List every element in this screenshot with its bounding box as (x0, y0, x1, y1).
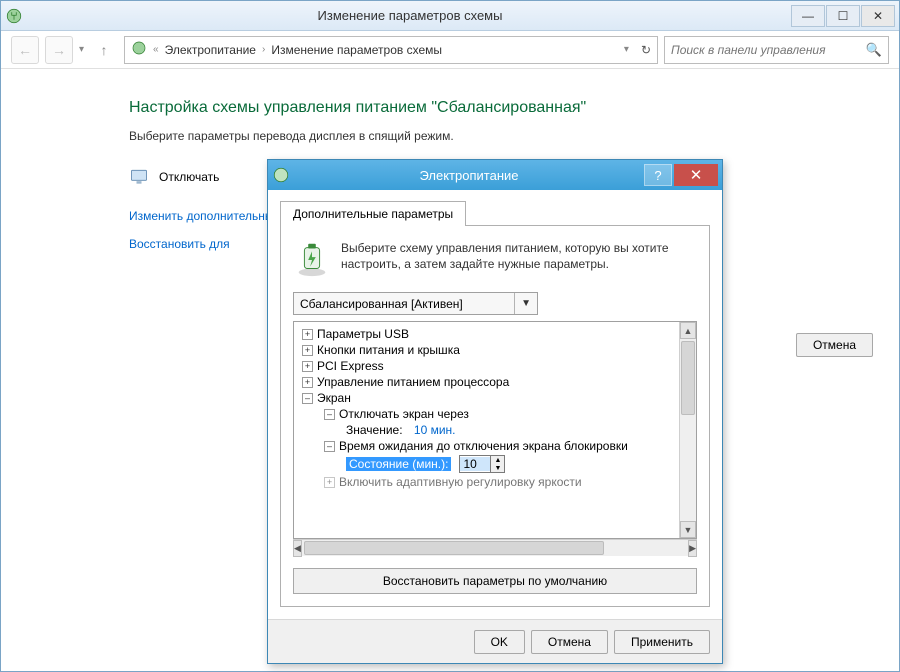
breadcrumb-root[interactable]: Электропитание (165, 43, 256, 57)
refresh-icon[interactable]: ↻ (641, 43, 651, 57)
window-title: Изменение параметров схемы (29, 8, 791, 23)
expand-icon[interactable]: + (324, 477, 335, 488)
scroll-thumb[interactable] (304, 541, 604, 555)
state-spinbox[interactable]: ▲ ▼ (459, 455, 505, 473)
tree-item-adaptive[interactable]: +Включить адаптивную регулировку яркости (296, 474, 677, 490)
value-label: Значение: (346, 423, 403, 437)
restore-defaults-button[interactable]: Восстановить параметры по умолчанию (293, 568, 697, 594)
value-link[interactable]: 10 мин. (414, 423, 456, 437)
page-title: Настройка схемы управления питанием "Сба… (129, 99, 899, 117)
collapse-icon[interactable]: – (324, 409, 335, 420)
cancel-button[interactable]: Отмена (531, 630, 608, 654)
tree-vscrollbar[interactable]: ▲ ▼ (679, 322, 696, 538)
address-dropdown-icon[interactable]: ▾ (624, 44, 629, 55)
tree-hscrollbar[interactable]: ◀ ▶ (293, 539, 697, 556)
ok-button[interactable]: OK (474, 630, 525, 654)
scroll-up-icon[interactable]: ▲ (680, 322, 696, 339)
tree-item-display[interactable]: –Экран (296, 390, 677, 406)
tree-item-pci[interactable]: +PCI Express (296, 358, 677, 374)
dialog-intro: Выберите схему управления питанием, кото… (341, 240, 697, 278)
tree-item-lock-wait[interactable]: –Время ожидания до отключения экрана бло… (296, 438, 677, 454)
close-button[interactable]: ✕ (861, 5, 895, 27)
power-options-dialog: Электропитание ? ✕ Дополнительные параме… (267, 159, 723, 664)
breadcrumb-leaf[interactable]: Изменение параметров схемы (271, 43, 442, 57)
tab-advanced[interactable]: Дополнительные параметры (280, 201, 466, 226)
state-label: Состояние (мин.): (346, 457, 451, 471)
tree-item-buttons[interactable]: +Кнопки питания и крышка (296, 342, 677, 358)
chevron-down-icon: ▼ (514, 293, 531, 314)
apply-button[interactable]: Применить (614, 630, 710, 654)
page-subtitle: Выберите параметры перевода дисплея в сп… (129, 129, 899, 143)
collapse-icon[interactable]: – (324, 441, 335, 452)
expand-icon[interactable]: + (302, 345, 313, 356)
collapse-icon[interactable]: – (302, 393, 313, 404)
spin-down-icon[interactable]: ▼ (491, 464, 504, 472)
dialog-close-button[interactable]: ✕ (674, 164, 718, 186)
tree-item-usb[interactable]: +Параметры USB (296, 326, 677, 342)
scroll-down-icon[interactable]: ▼ (680, 521, 696, 538)
main-titlebar: Изменение параметров схемы — ☐ ✕ (1, 1, 899, 31)
plan-selected: Сбалансированная [Активен] (300, 297, 463, 311)
spin-up-icon[interactable]: ▲ (491, 456, 504, 464)
page-cancel-button[interactable]: Отмена (796, 333, 873, 357)
forward-button[interactable]: → (45, 36, 73, 64)
expand-icon[interactable]: + (302, 377, 313, 388)
chevron-left-icon: « (153, 44, 159, 55)
tree-item-cpu[interactable]: +Управление питанием процессора (296, 374, 677, 390)
battery-icon (293, 240, 331, 278)
settings-tree[interactable]: +Параметры USB +Кнопки питания и крышка … (294, 322, 679, 538)
recent-dropdown-icon[interactable]: ▾ (79, 44, 84, 55)
plan-select[interactable]: Сбалансированная [Активен] ▼ (293, 292, 538, 315)
tree-item-value[interactable]: Значение: 10 мин. (296, 422, 677, 438)
search-icon[interactable]: 🔍 (866, 42, 882, 58)
power-plan-icon (272, 166, 290, 184)
search-bar[interactable]: 🔍 (664, 36, 889, 64)
up-button[interactable]: ↑ (90, 36, 118, 64)
power-plan-icon (5, 7, 23, 25)
address-bar[interactable]: « Электропитание › Изменение параметров … (124, 36, 658, 64)
tree-item-turn-off[interactable]: –Отключать экран через (296, 406, 677, 422)
chevron-right-icon: › (262, 44, 265, 55)
help-button[interactable]: ? (644, 164, 672, 186)
minimize-button[interactable]: — (791, 5, 825, 27)
scroll-right-icon[interactable]: ▶ (688, 540, 697, 557)
tree-item-state[interactable]: Состояние (мин.): ▲ ▼ (296, 454, 677, 474)
scroll-thumb[interactable] (681, 341, 695, 415)
expand-icon[interactable]: + (302, 329, 313, 340)
dialog-titlebar[interactable]: Электропитание ? ✕ (268, 160, 722, 190)
maximize-button[interactable]: ☐ (826, 5, 860, 27)
turn-off-label: Отключать (159, 170, 219, 184)
dialog-title: Электропитание (294, 168, 644, 183)
state-input[interactable] (460, 457, 490, 471)
back-button[interactable]: ← (11, 36, 39, 64)
search-input[interactable] (671, 43, 866, 57)
expand-icon[interactable]: + (302, 361, 313, 372)
scroll-left-icon[interactable]: ◀ (293, 540, 302, 557)
monitor-icon (129, 167, 149, 187)
power-plan-icon (131, 40, 147, 59)
navbar: ← → ▾ ↑ « Электропитание › Изменение пар… (1, 31, 899, 69)
